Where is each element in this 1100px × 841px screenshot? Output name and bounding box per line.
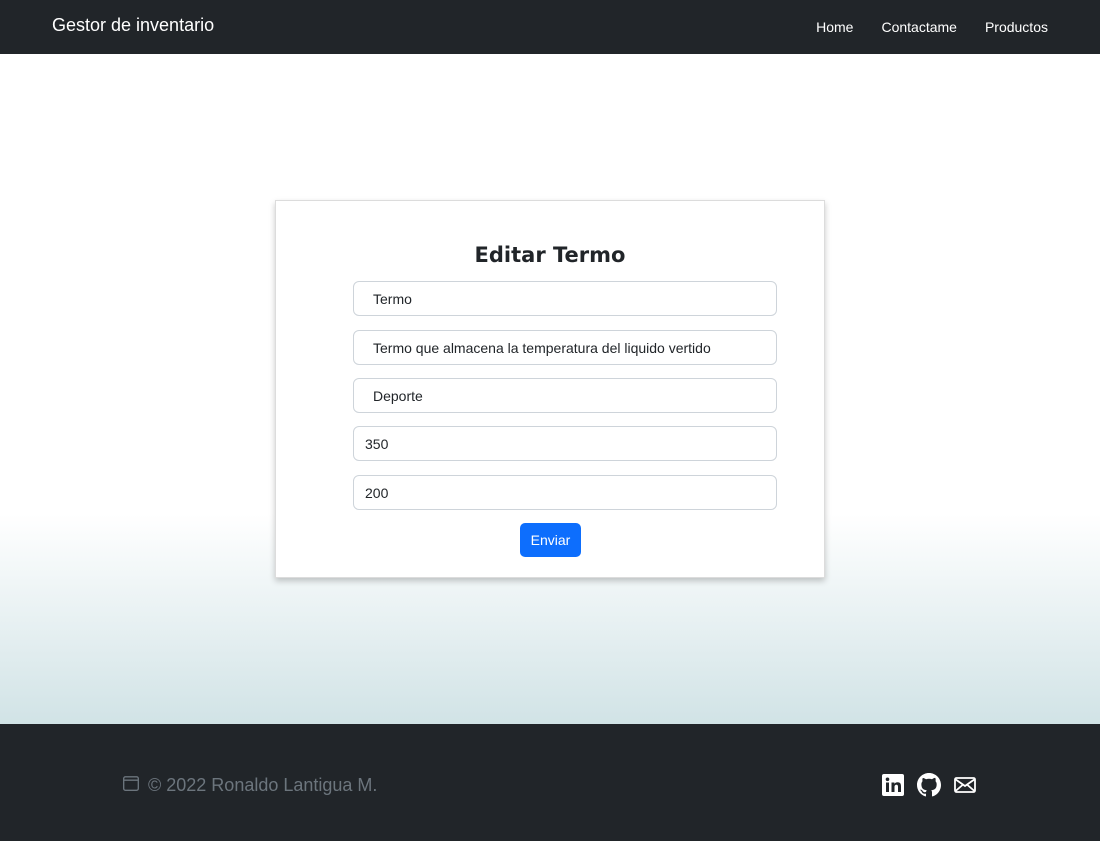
nav-link-home[interactable]: Home [816,19,853,35]
envelope-icon[interactable] [953,773,977,797]
product-description-input[interactable] [353,330,777,365]
footer: © 2022 Ronaldo Lantigua M. [0,724,1100,841]
submit-button[interactable]: Enviar [520,523,581,557]
nav-link-contactame[interactable]: Contactame [881,19,956,35]
copyright-text: © 2022 Ronaldo Lantigua M. [148,775,378,795]
calendar-icon [122,774,140,797]
nav-link-productos[interactable]: Productos [985,19,1048,35]
main-content: Editar Termo Enviar [0,54,1100,724]
nav-links: Home Contactame Productos [816,0,1048,54]
product-category-input[interactable] [353,378,777,413]
github-icon[interactable] [917,773,941,797]
edit-product-card: Editar Termo Enviar [275,200,825,578]
product-price-input[interactable] [353,426,777,461]
social-links [881,773,977,797]
product-stock-input[interactable] [353,475,777,510]
form-title: Editar Termo [474,243,626,267]
product-name-input[interactable] [353,281,777,316]
navbar: Gestor de inventario Home Contactame Pro… [0,0,1100,54]
copyright: © 2022 Ronaldo Lantigua M. [122,774,377,797]
brand-link[interactable]: Gestor de inventario [52,15,214,36]
linkedin-icon[interactable] [881,773,905,797]
